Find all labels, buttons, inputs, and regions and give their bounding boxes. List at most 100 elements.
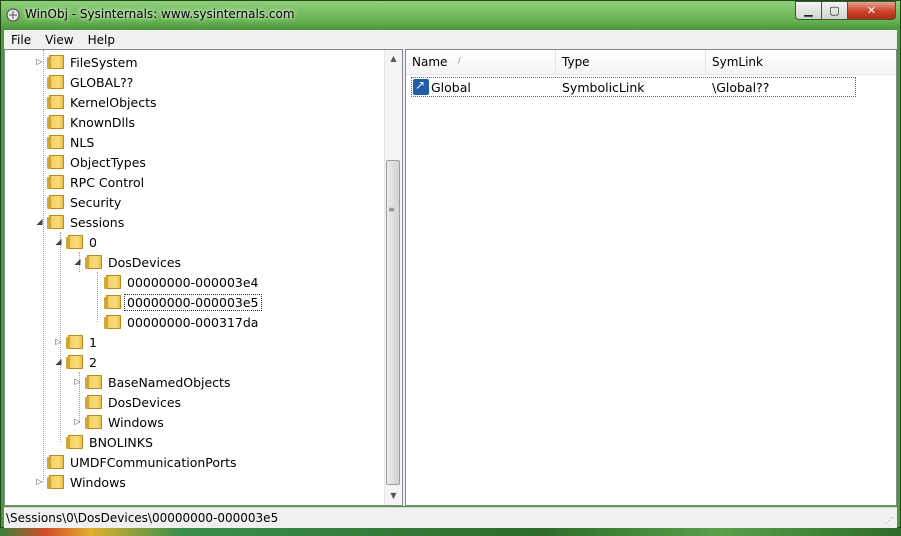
folder-icon	[47, 155, 64, 169]
column-label: Name	[412, 55, 448, 69]
folder-icon	[47, 55, 64, 69]
tree-node-basenamedobjects[interactable]: ▷ BaseNamedObjects	[73, 372, 232, 392]
object-list-panel: Name / Type SymLink Global SymbolicLink …	[405, 49, 897, 506]
folder-icon	[104, 315, 121, 329]
winobj-app-icon[interactable]	[5, 7, 21, 23]
column-header-type[interactable]: Type	[556, 50, 706, 74]
list-header: Name / Type SymLink	[406, 50, 896, 75]
app-window: WinObj - Sysinternals: www.sysinternals.…	[0, 0, 901, 528]
maximize-button[interactable]: ▢	[822, 1, 848, 20]
folder-icon	[47, 95, 64, 109]
tree-node-nls[interactable]: NLS	[35, 132, 96, 152]
tree-node-label: 00000000-000003e5	[124, 293, 262, 311]
tree-node-session-1[interactable]: ▷ 1	[54, 332, 99, 352]
folder-icon	[66, 355, 83, 369]
menu-bar: File View Help	[4, 30, 897, 49]
collapse-arrow-icon[interactable]: ◢	[54, 357, 63, 366]
tree-node-label: Windows	[108, 414, 164, 430]
folder-icon	[47, 215, 64, 229]
tree-node-session-2[interactable]: ◢ 2	[54, 352, 99, 372]
object-tree[interactable]: ▷ FileSystem GLOBAL?? KernelObjects Know…	[5, 50, 383, 505]
scroll-down-button[interactable]: ▼	[385, 487, 402, 504]
tree-node-luid-3e5[interactable]: 00000000-000003e5	[92, 292, 262, 312]
tree-node-windows[interactable]: ▷ Windows	[35, 472, 128, 492]
close-button[interactable]: ✕	[848, 1, 896, 20]
tree-node-label: FileSystem	[70, 54, 138, 70]
tree-node-session-0[interactable]: ◢ 0	[54, 232, 99, 252]
tree-node-luid-3e4[interactable]: 00000000-000003e4	[92, 272, 261, 292]
column-label: Type	[562, 55, 590, 69]
folder-icon	[66, 435, 83, 449]
tree-node-windows-2[interactable]: ▷ Windows	[73, 412, 166, 432]
folder-icon	[47, 475, 64, 489]
status-path: \Sessions\0\DosDevices\00000000-000003e5	[6, 511, 279, 525]
folder-icon	[47, 175, 64, 189]
tree-node-label: 00000000-000317da	[127, 314, 259, 330]
tree-node-label: RPC Control	[70, 174, 145, 190]
cell-type: SymbolicLink	[562, 80, 645, 95]
tree-node-label: KernelObjects	[70, 94, 157, 110]
status-bar: \Sessions\0\DosDevices\00000000-000003e5…	[4, 507, 897, 528]
tree-node-label: BaseNamedObjects	[108, 374, 231, 390]
tree-vertical-scrollbar[interactable]: ▲ ≡ ▼	[384, 50, 402, 505]
column-header-name[interactable]: Name /	[406, 50, 556, 74]
resize-grip-icon[interactable]: ⋰	[885, 516, 895, 526]
menu-view[interactable]: View	[38, 33, 80, 47]
folder-icon	[104, 275, 121, 289]
tree-node-label: ObjectTypes	[70, 154, 146, 170]
tree-node-rpc-control[interactable]: RPC Control	[35, 172, 146, 192]
tree-node-label: Sessions	[70, 214, 125, 230]
tree-node-knowndlls[interactable]: KnownDlls	[35, 112, 137, 132]
desktop-background	[0, 528, 901, 536]
menu-help[interactable]: Help	[81, 33, 122, 47]
content-area: ▷ FileSystem GLOBAL?? KernelObjects Know…	[4, 49, 897, 506]
tree-node-label: NLS	[70, 134, 95, 150]
column-header-symlink[interactable]: SymLink	[706, 50, 896, 74]
folder-icon	[47, 115, 64, 129]
tree-node-label: 2	[89, 354, 97, 370]
folder-icon	[85, 395, 102, 409]
tree-node-global[interactable]: GLOBAL??	[35, 72, 135, 92]
collapse-arrow-icon[interactable]: ◢	[35, 217, 44, 226]
grip-icon: ≡	[388, 205, 395, 214]
folder-icon	[85, 415, 102, 429]
tree-node-label: 0	[89, 234, 97, 250]
tree-node-label: KnownDlls	[70, 114, 135, 130]
tree-node-label: GLOBAL??	[70, 74, 134, 90]
folder-icon	[85, 375, 102, 389]
tree-node-kernelobjects[interactable]: KernelObjects	[35, 92, 159, 112]
tree-node-label: 00000000-000003e4	[127, 274, 259, 290]
tree-node-bnolinks[interactable]: BNOLINKS	[54, 432, 155, 452]
tree-node-umdfcommunicationports[interactable]: UMDFCommunicationPorts	[35, 452, 239, 472]
expand-arrow-icon[interactable]: ▷	[35, 477, 44, 486]
tree-node-label: DosDevices	[108, 394, 182, 410]
collapse-arrow-icon[interactable]: ◢	[73, 257, 82, 266]
tree-node-sessions[interactable]: ◢ Sessions	[35, 212, 126, 232]
tree-node-dosdevices[interactable]: ◢ DosDevices	[73, 252, 183, 272]
expand-arrow-icon[interactable]: ▷	[35, 57, 44, 66]
scroll-up-button[interactable]: ▲	[385, 50, 402, 67]
tree-node-dosdevices-2[interactable]: DosDevices	[73, 392, 183, 412]
expand-arrow-icon[interactable]: ▷	[73, 377, 82, 386]
folder-icon	[85, 255, 102, 269]
expand-arrow-icon[interactable]: ▷	[54, 337, 63, 346]
tree-node-label: BNOLINKS	[89, 434, 153, 450]
minimize-button[interactable]: ▁	[795, 1, 822, 20]
tree-node-label: 1	[89, 334, 97, 350]
symlink-icon	[413, 78, 429, 95]
tree-node-label: Windows	[70, 474, 126, 490]
expand-arrow-icon[interactable]: ▷	[73, 417, 82, 426]
list-item[interactable]: Global SymbolicLink \Global??	[411, 77, 856, 97]
sort-ascending-icon: /	[458, 56, 461, 65]
tree-node-security[interactable]: Security	[35, 192, 123, 212]
tree-node-objecttypes[interactable]: ObjectTypes	[35, 152, 148, 172]
collapse-arrow-icon[interactable]: ◢	[54, 237, 63, 246]
tree-node-label: UMDFCommunicationPorts	[70, 454, 237, 470]
folder-icon	[66, 235, 83, 249]
title-bar[interactable]: WinObj - Sysinternals: www.sysinternals.…	[1, 1, 900, 29]
folder-icon	[104, 295, 121, 309]
tree-node-filesystem[interactable]: ▷ FileSystem	[35, 52, 140, 72]
menu-file[interactable]: File	[4, 33, 38, 47]
window-title: WinObj - Sysinternals: www.sysinternals.…	[25, 7, 295, 21]
tree-node-luid-317da[interactable]: 00000000-000317da	[92, 312, 260, 332]
